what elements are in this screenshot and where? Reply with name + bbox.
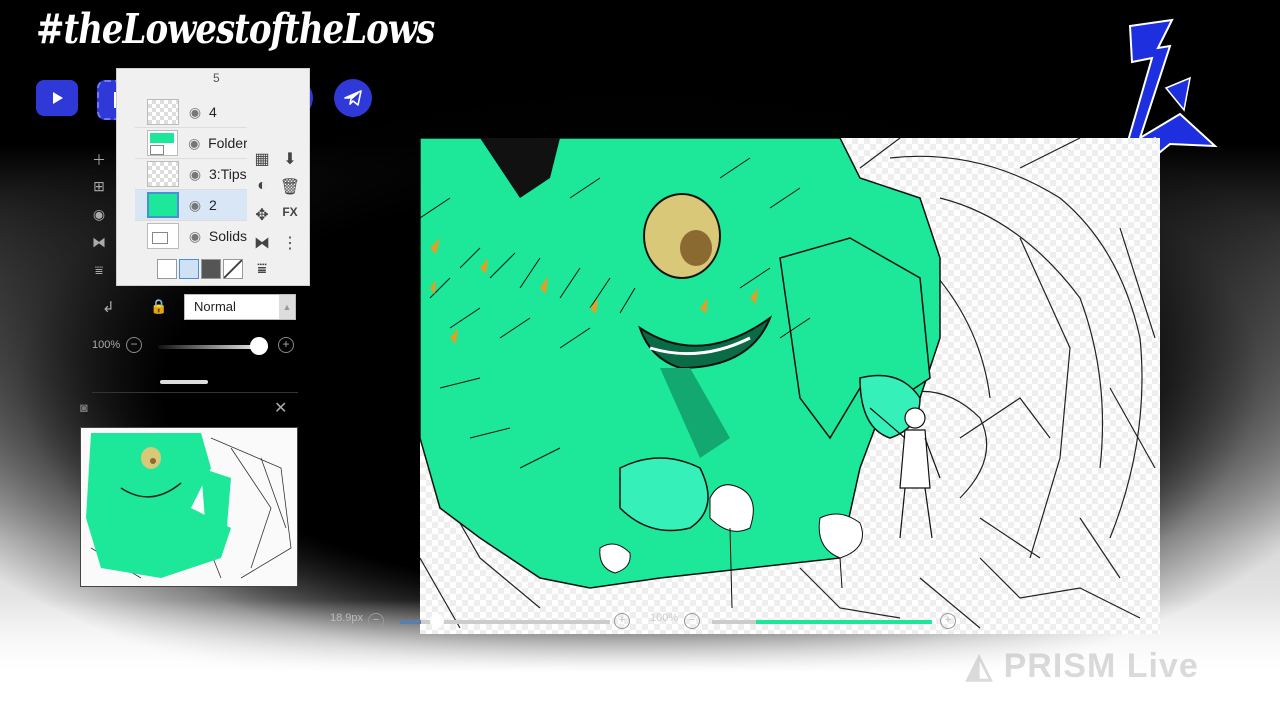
layer-name: 2 — [209, 197, 217, 213]
folder-thumbnail — [147, 130, 179, 156]
eye-icon[interactable]: ◉ — [185, 197, 205, 214]
opacity-row: 100% − + — [90, 334, 310, 358]
chevron-down-icon: ▲ — [279, 295, 295, 319]
layer-name: Solids — [208, 228, 247, 244]
blend-row: ↲ 🔒 Normal ▲ — [90, 290, 310, 326]
drawing-canvas[interactable] — [420, 138, 1160, 634]
swatch-dark[interactable] — [201, 259, 221, 279]
zoom-minus-button[interactable]: − — [684, 613, 700, 629]
brush-size-minus-button[interactable]: − — [368, 613, 384, 629]
layer-row[interactable]: ◉ 4 — [135, 97, 247, 128]
blend-mode-value: Normal — [194, 299, 236, 314]
layer-name: 4 — [209, 104, 217, 120]
panel-drag-handle[interactable] — [160, 380, 208, 384]
swatch-checker[interactable] — [179, 259, 199, 279]
layer-name: 3:Tips — [209, 166, 247, 182]
flip-icon[interactable]: ⧓ — [251, 233, 273, 253]
more-icon[interactable]: ⋮ — [279, 233, 301, 253]
layer-thumbnail — [147, 99, 179, 125]
add-folder-icon[interactable]: ⊞ — [88, 178, 110, 195]
zoom-readout: 100% — [650, 612, 679, 624]
youtube-icon — [36, 80, 78, 116]
eye-icon[interactable]: ◉ — [184, 135, 204, 152]
watermark-text: PRISM Live — [1003, 647, 1199, 685]
telegram-icon — [334, 79, 372, 117]
trash-icon[interactable]: 🗑 — [279, 177, 301, 197]
layer-row-solids[interactable]: ◉ Solids — [135, 221, 247, 251]
close-icon[interactable]: ✕ — [274, 398, 287, 418]
swatch-white[interactable] — [157, 259, 177, 279]
opacity-label: 100% — [92, 339, 121, 351]
eye-icon[interactable]: ◉ — [185, 228, 205, 245]
brush-size-knob[interactable] — [430, 614, 444, 628]
folder-thumbnail — [147, 223, 179, 249]
navigator-thumbnail[interactable] — [80, 427, 298, 587]
merge-down-icon[interactable]: ⩸ — [251, 261, 273, 279]
layers-panel: 5 ◉ 4 ◉ Folder ◉ 3:Tips ◉ 2 ◉ Solids ▦ ⬇… — [116, 68, 310, 286]
opacity-plus-button[interactable]: + — [278, 337, 294, 353]
navigator-panel: ◙ ✕ — [76, 392, 308, 592]
camera-layer-icon[interactable]: ◉ — [88, 206, 110, 223]
flip-layer-icon[interactable]: ⧓ — [88, 234, 110, 251]
layer-name: Folder — [208, 135, 247, 151]
clipping-icon[interactable]: ↲ — [102, 298, 115, 316]
opacity-minus-button[interactable]: − — [126, 337, 142, 353]
layer-row-folder[interactable]: ◉ Folder — [135, 128, 247, 159]
zoom-slider[interactable] — [712, 620, 932, 624]
opacity-slider-knob[interactable] — [250, 337, 268, 355]
alpha-lock-icon[interactable]: 🔒 — [150, 298, 167, 315]
eye-icon[interactable]: ◉ — [185, 166, 205, 183]
merge-icon[interactable]: ⩸ — [88, 262, 110, 279]
brand-hashtag: #theLowestoftheLows — [36, 6, 435, 54]
prism-live-watermark: ◭ PRISM Live — [966, 646, 1199, 686]
clip-icon[interactable]: ◐ — [251, 177, 273, 195]
layer-thumbnail — [147, 161, 179, 187]
eye-icon[interactable]: ◉ — [185, 104, 205, 121]
fx-icon[interactable]: FX — [279, 205, 301, 219]
download-icon[interactable]: ⬇ — [279, 149, 301, 169]
move-icon[interactable]: ✥ — [251, 205, 273, 225]
layer-partial-label: 5 — [213, 71, 220, 85]
layer-row-tips[interactable]: ◉ 3:Tips — [135, 159, 247, 190]
zoom-plus-button[interactable]: + — [940, 613, 956, 629]
brush-size-plus-button[interactable]: + — [614, 613, 630, 629]
add-layer-icon[interactable]: ＋ — [88, 150, 110, 170]
checker-icon[interactable]: ▦ — [251, 149, 273, 169]
swatch-none[interactable] — [223, 259, 243, 279]
brush-size-readout: 18.9px — [330, 612, 364, 624]
camera-icon[interactable]: ◙ — [80, 400, 88, 415]
layer-thumbnail — [147, 192, 179, 218]
layer-row-selected[interactable]: ◉ 2 — [135, 190, 247, 221]
prism-logo-icon: ◭ — [966, 647, 1004, 685]
blend-mode-select[interactable]: Normal ▲ — [184, 294, 296, 320]
